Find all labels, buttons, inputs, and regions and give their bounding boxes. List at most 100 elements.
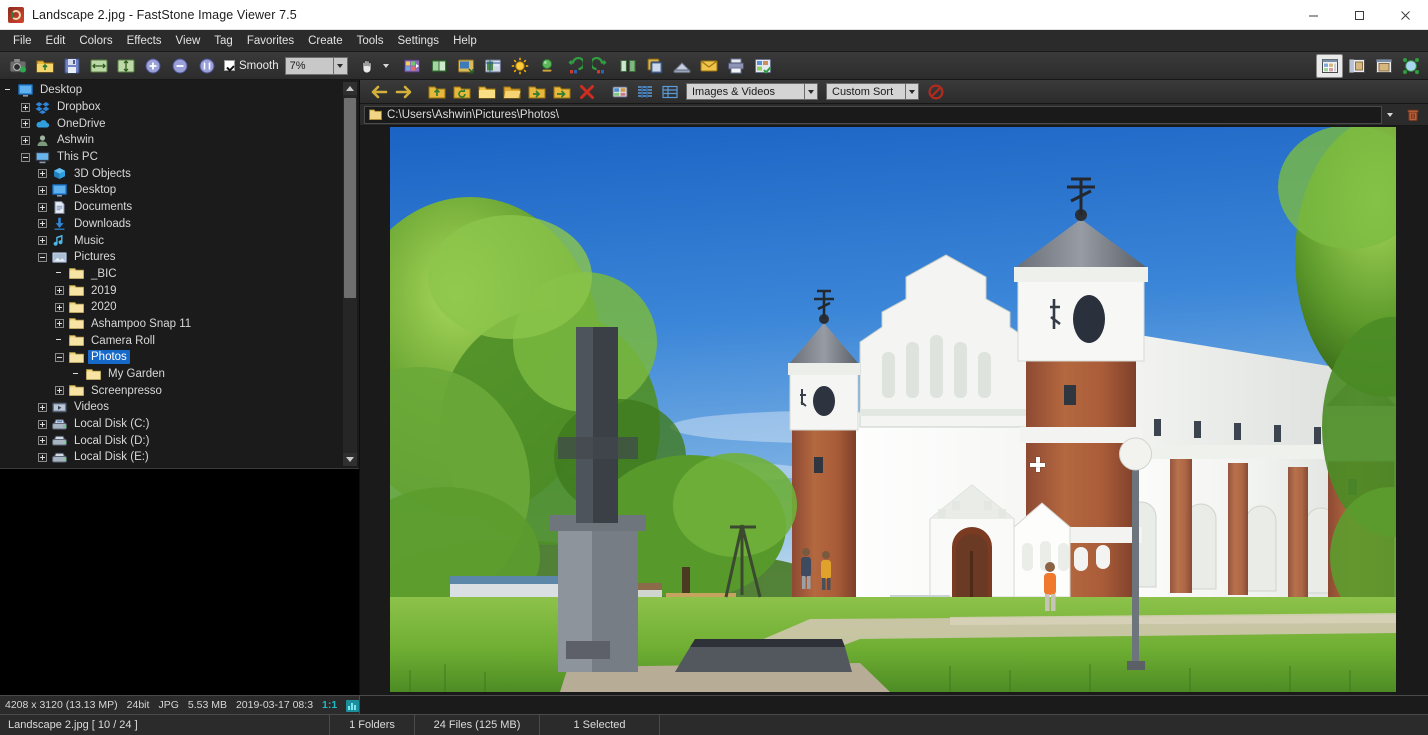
tree-item-photos[interactable]: Photos [0, 349, 359, 366]
layout-thumbnails-icon[interactable] [1316, 53, 1343, 78]
hand-tool-icon[interactable] [354, 54, 381, 78]
tree-item-this-pc[interactable]: This PC [0, 149, 359, 166]
image-preview-panel[interactable] [0, 468, 359, 695]
tree-item-my-garden[interactable]: My Garden [0, 366, 359, 383]
tree-expander-plus-icon[interactable] [55, 286, 64, 296]
tree-expander-plus-icon[interactable] [38, 436, 47, 446]
tree-item-music[interactable]: Music [0, 232, 359, 249]
menu-view[interactable]: View [169, 33, 208, 49]
print-icon[interactable] [723, 54, 750, 78]
tree-expander-minus-icon[interactable] [21, 152, 30, 162]
menu-tools[interactable]: Tools [350, 33, 391, 49]
menu-file[interactable]: File [6, 33, 39, 49]
scroll-up-arrow-icon[interactable] [343, 82, 357, 95]
tree-item-dropbox[interactable]: Dropbox [0, 99, 359, 116]
tree-expander-plus-icon[interactable] [21, 135, 30, 145]
trash-icon[interactable] [1402, 106, 1424, 124]
folder-tree[interactable]: Desktop Dropbox OneDrive Ashwin This PC 3D Ob… [0, 80, 359, 468]
menu-effects[interactable]: Effects [120, 33, 169, 49]
actual-size-icon[interactable] [193, 54, 220, 78]
zoom-out-icon[interactable] [166, 54, 193, 78]
new-folder-icon[interactable] [474, 81, 499, 102]
list-mode-icon[interactable] [632, 81, 657, 102]
contact-sheet-icon[interactable] [750, 54, 777, 78]
photo-canvas[interactable] [390, 127, 1396, 692]
chevron-down-icon[interactable] [1382, 107, 1398, 123]
tree-item-ashampoo-snap-11[interactable]: Ashampoo Snap 11 [0, 316, 359, 333]
tree-item-bic[interactable]: _BIC [0, 266, 359, 283]
tree-item-desktop[interactable]: Desktop [0, 182, 359, 199]
save-as-icon[interactable] [58, 54, 85, 78]
tree-item-desktop[interactable]: Desktop [0, 82, 359, 99]
open-folder-icon[interactable] [31, 54, 58, 78]
maximize-button[interactable] [1336, 0, 1382, 30]
fullscreen-icon[interactable] [1397, 54, 1424, 78]
tree-item-local-disk-c[interactable]: Local Disk (C:) [0, 416, 359, 433]
minimize-button[interactable] [1290, 0, 1336, 30]
detail-mode-icon[interactable] [657, 81, 682, 102]
scrollbar-thumb[interactable] [344, 98, 356, 298]
tree-item-2020[interactable]: 2020 [0, 299, 359, 316]
move-to-folder-icon[interactable] [549, 81, 574, 102]
copy-to-folder-icon[interactable] [524, 81, 549, 102]
resize-icon[interactable] [453, 54, 480, 78]
hand-tool-dropdown-arrow[interactable] [381, 55, 392, 77]
tree-expander-plus-icon[interactable] [55, 302, 64, 312]
rotate-right-icon[interactable] [588, 54, 615, 78]
file-filter-combobox[interactable]: Images & Videos [686, 83, 818, 100]
smooth-checkbox[interactable]: Smooth [224, 60, 279, 72]
menu-tag[interactable]: Tag [207, 33, 240, 49]
zoom-level-dropdown-arrow[interactable] [332, 56, 348, 75]
tree-item-ashwin[interactable]: Ashwin [0, 132, 359, 149]
tree-expander-plus-icon[interactable] [38, 202, 47, 212]
back-arrow-icon[interactable] [366, 81, 391, 102]
tree-item-screenpresso[interactable]: Screenpresso [0, 382, 359, 399]
tree-item-downloads[interactable]: Downloads [0, 216, 359, 233]
tree-item-3d-objects[interactable]: 3D Objects [0, 165, 359, 182]
hand-tool-group[interactable] [354, 54, 392, 78]
menu-settings[interactable]: Settings [391, 33, 447, 49]
scan-icon[interactable] [669, 54, 696, 78]
smooth-checkbox-box[interactable] [224, 60, 235, 71]
email-icon[interactable] [696, 54, 723, 78]
screen-capture-icon[interactable] [4, 54, 31, 78]
tree-item-pictures[interactable]: Pictures [0, 249, 359, 266]
zoom-level-combobox[interactable]: 7% [284, 56, 348, 75]
rotate-left-icon[interactable] [561, 54, 588, 78]
histogram-icon[interactable] [346, 699, 360, 712]
close-button[interactable] [1382, 0, 1428, 30]
menu-create[interactable]: Create [301, 33, 350, 49]
tree-expander-plus-icon[interactable] [38, 402, 47, 412]
layout-preview-icon[interactable] [1370, 54, 1397, 78]
tree-expander-plus-icon[interactable] [55, 386, 64, 396]
thumbnail-mode-icon[interactable] [607, 81, 632, 102]
tree-item-camera-roll[interactable]: Camera Roll [0, 332, 359, 349]
adjust-lighting-icon[interactable] [507, 54, 534, 78]
tree-item-local-disk-e[interactable]: Local Disk (E:) [0, 449, 359, 466]
tree-expander-plus-icon[interactable] [21, 119, 30, 129]
tree-expander-plus-icon[interactable] [38, 236, 47, 246]
delete-icon[interactable] [574, 81, 599, 102]
tree-item-2019[interactable]: 2019 [0, 282, 359, 299]
tree-expander-plus-icon[interactable] [38, 419, 47, 429]
adjust-colors-icon[interactable] [534, 54, 561, 78]
fit-height-icon[interactable] [112, 54, 139, 78]
tree-item-videos[interactable]: Videos [0, 399, 359, 416]
zoom-level-value[interactable]: 7% [284, 56, 333, 75]
folder-up-icon[interactable] [424, 81, 449, 102]
sort-value[interactable]: Custom Sort [826, 83, 905, 100]
flip-icon[interactable] [615, 54, 642, 78]
tree-expander-plus-icon[interactable] [21, 102, 30, 112]
menu-edit[interactable]: Edit [39, 33, 73, 49]
slideshow-icon[interactable] [399, 54, 426, 78]
stop-icon[interactable] [923, 81, 948, 102]
menu-help[interactable]: Help [446, 33, 484, 49]
tree-item-documents[interactable]: Documents [0, 199, 359, 216]
tree-expander-minus-icon[interactable] [55, 352, 64, 362]
menu-favorites[interactable]: Favorites [240, 33, 301, 49]
tree-expander-minus-icon[interactable] [38, 252, 47, 262]
tree-item-local-disk-d[interactable]: Local Disk (D:) [0, 432, 359, 449]
tree-expander-plus-icon[interactable] [38, 169, 47, 179]
image-viewer-area[interactable] [360, 126, 1428, 695]
tree-expander-plus-icon[interactable] [55, 319, 64, 329]
